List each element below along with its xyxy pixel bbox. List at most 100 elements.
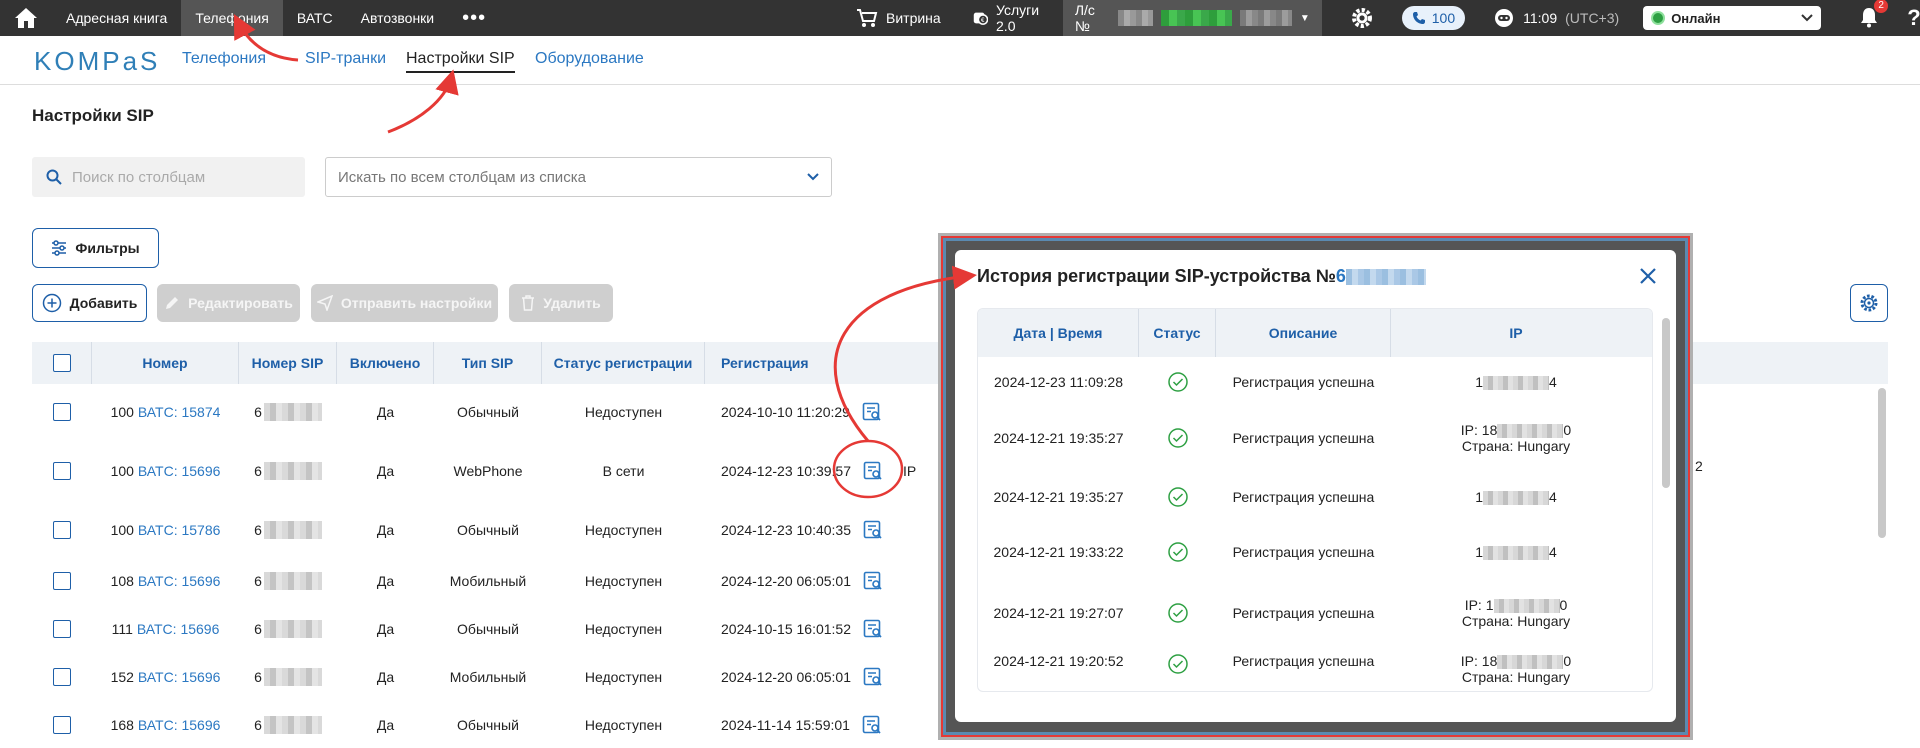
status-value: Онлайн bbox=[1671, 10, 1721, 26]
col-description[interactable]: Описание bbox=[1216, 309, 1391, 357]
modal-scrollbar[interactable] bbox=[1662, 318, 1670, 488]
vats-link[interactable]: ВАТС: 15696 bbox=[137, 621, 220, 637]
vitrina-link[interactable]: Витрина bbox=[840, 8, 957, 28]
vats-link[interactable]: ВАТС: 15696 bbox=[138, 717, 221, 733]
history-country: Страна: Hungary bbox=[1461, 669, 1571, 686]
annotation-arrow-sip-settings bbox=[387, 69, 459, 134]
table-scrollbar[interactable] bbox=[1878, 388, 1886, 538]
status-select[interactable]: Онлайн bbox=[1643, 6, 1822, 30]
enabled-value: Да bbox=[376, 621, 395, 637]
vats-link[interactable]: ВАТС: 15696 bbox=[138, 573, 221, 589]
row-number: 152 bbox=[110, 669, 134, 685]
send-settings-button[interactable]: Отправить настройки bbox=[311, 284, 498, 322]
registration-date: 2024-11-14 15:59:01 bbox=[721, 717, 850, 733]
select-all-checkbox[interactable] bbox=[52, 354, 71, 372]
topnav-autocalls[interactable]: Автозвонки bbox=[347, 0, 449, 36]
column-select[interactable]: Искать по всем столбцам из списка bbox=[325, 157, 832, 197]
col-datetime[interactable]: Дата | Время bbox=[978, 309, 1139, 357]
subnav-sip-trunks[interactable]: SIP-транки bbox=[305, 50, 386, 68]
history-description: Регистрация успешна bbox=[1232, 489, 1375, 505]
sip-type-value: WebPhone bbox=[453, 462, 523, 479]
topnav-address-book[interactable]: Адресная книга bbox=[52, 0, 181, 36]
pencil-icon bbox=[166, 297, 179, 309]
history-ip-start: 1 bbox=[1475, 373, 1483, 390]
col-reg-status[interactable]: Статус регистрации bbox=[542, 342, 705, 384]
enabled-value: Да bbox=[376, 403, 395, 420]
col-ip[interactable]: IP bbox=[1391, 309, 1641, 357]
delete-label: Удалить bbox=[543, 295, 601, 311]
row-checkbox[interactable] bbox=[53, 520, 71, 539]
reg-status-value: Недоступен bbox=[584, 403, 663, 420]
registration-history-icon[interactable] bbox=[863, 667, 883, 687]
search-icon bbox=[46, 169, 62, 185]
topnav-telephony[interactable]: Телефония bbox=[181, 0, 283, 36]
reg-status-value: Недоступен bbox=[584, 669, 663, 685]
modal-device-number-redacted bbox=[1345, 269, 1426, 286]
vats-link[interactable]: ВАТС: 15874 bbox=[138, 404, 221, 420]
history-row: 2024-12-23 11:09:28 Регистрация успешна … bbox=[978, 357, 1652, 407]
services-link[interactable]: € Услуги 2.0 bbox=[957, 2, 1063, 34]
history-ip-start: IP: 18 bbox=[1460, 653, 1498, 669]
registration-history-icon[interactable] bbox=[863, 571, 883, 591]
col-registration[interactable]: Регистрация bbox=[705, 342, 893, 384]
more-menu-icon[interactable]: ••• bbox=[448, 7, 500, 30]
row-checkbox[interactable] bbox=[53, 620, 71, 638]
history-ip-end: 4 bbox=[1549, 488, 1557, 505]
account-number-redacted bbox=[1117, 10, 1154, 26]
history-ip-start: 1 bbox=[1475, 488, 1483, 505]
history-table-body: 2024-12-23 11:09:28 Регистрация успешна … bbox=[978, 357, 1652, 691]
modal-title: История регистрации SIP-устройства №6 bbox=[977, 266, 1426, 287]
row-checkbox[interactable] bbox=[53, 572, 71, 590]
sip-type-value: Мобильный bbox=[449, 669, 527, 685]
col-sip-type[interactable]: Тип SIP bbox=[434, 342, 542, 384]
row-checkbox[interactable] bbox=[53, 402, 71, 421]
vats-link[interactable]: ВАТС: 15696 bbox=[138, 669, 221, 685]
registration-date: 2024-12-23 10:40:35 bbox=[721, 521, 851, 538]
registration-history-icon[interactable] bbox=[863, 520, 883, 540]
clock-widget[interactable]: 11:09 (UTC+3) bbox=[1479, 7, 1633, 29]
subnav-equipment[interactable]: Оборудование bbox=[535, 50, 644, 68]
settings-button[interactable] bbox=[1322, 6, 1394, 30]
history-table: Дата | Время Статус Описание IP 2024-12-… bbox=[977, 308, 1653, 692]
phone-count-pill[interactable]: 100 bbox=[1401, 6, 1466, 30]
vats-link[interactable]: ВАТС: 15786 bbox=[138, 522, 221, 538]
subnav-telephony[interactable]: Телефония bbox=[182, 50, 266, 68]
help-button[interactable]: ? bbox=[1893, 5, 1920, 31]
table-settings-button[interactable] bbox=[1850, 284, 1888, 322]
registration-history-icon[interactable] bbox=[863, 619, 883, 639]
delete-button[interactable]: Удалить bbox=[509, 284, 613, 322]
sip-number: 6 bbox=[254, 521, 262, 538]
history-ip-start: IP: 18 bbox=[1460, 421, 1498, 438]
services-icon: € bbox=[973, 12, 989, 25]
col-number[interactable]: Номер bbox=[92, 342, 239, 384]
registration-date: 2024-10-15 16:01:52 bbox=[721, 621, 851, 637]
vats-link[interactable]: ВАТС: 15696 bbox=[138, 463, 221, 479]
sip-number: 6 bbox=[254, 462, 262, 479]
search-input[interactable]: Поиск по столбцам bbox=[32, 157, 305, 197]
account-label: Л/с № bbox=[1074, 2, 1095, 34]
enabled-value: Да bbox=[376, 462, 395, 479]
col-status[interactable]: Статус bbox=[1139, 309, 1216, 357]
account-selector[interactable]: Л/с № ▼ bbox=[1062, 0, 1322, 36]
registration-history-icon[interactable] bbox=[862, 402, 882, 422]
row-checkbox[interactable] bbox=[53, 668, 71, 686]
sip-number: 6 bbox=[254, 573, 262, 589]
registration-history-icon[interactable] bbox=[863, 461, 883, 481]
row-checkbox[interactable] bbox=[53, 716, 71, 734]
filters-button[interactable]: Фильтры bbox=[32, 228, 159, 268]
subnav-sip-settings[interactable]: Настройки SIP bbox=[406, 50, 515, 73]
row-ip-prefix: IP bbox=[903, 462, 917, 479]
edit-button[interactable]: Редактировать bbox=[157, 284, 300, 322]
home-button[interactable] bbox=[0, 0, 52, 36]
sip-type-value: Мобильный bbox=[449, 573, 527, 589]
notifications-button[interactable]: 2 bbox=[1835, 0, 1893, 31]
topnav-vats[interactable]: ВАТС bbox=[283, 0, 347, 36]
row-number: 111 bbox=[111, 621, 133, 637]
close-button[interactable] bbox=[1636, 264, 1660, 288]
services-label: Услуги 2.0 bbox=[996, 2, 1040, 34]
col-sip-number[interactable]: Номер SIP bbox=[239, 342, 337, 384]
row-checkbox[interactable] bbox=[53, 461, 71, 480]
registration-history-icon[interactable] bbox=[862, 715, 882, 735]
add-button[interactable]: Добавить bbox=[32, 284, 147, 322]
col-enabled[interactable]: Включено bbox=[337, 342, 434, 384]
